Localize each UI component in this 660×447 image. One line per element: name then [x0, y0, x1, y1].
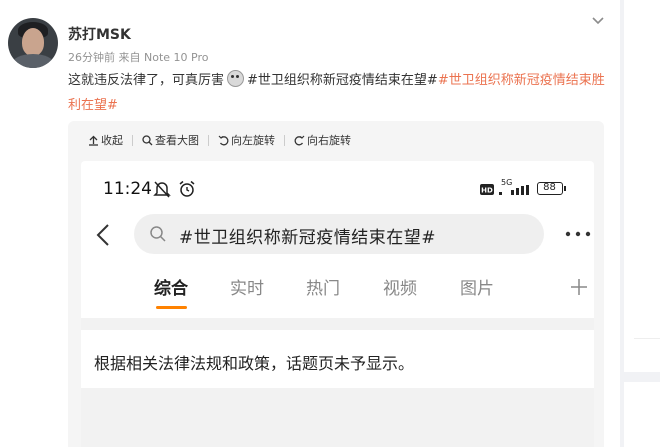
tab-realtime[interactable]: 实时	[230, 274, 264, 299]
collapse-button[interactable]: 收起	[88, 132, 123, 148]
battery-level: 88	[543, 182, 556, 193]
signal-icon	[499, 185, 529, 195]
censorship-notice: 根据相关法律法规和政策，话题页未予显示。	[81, 330, 594, 388]
search-row: #世卫组织称新冠疫情结束在望#	[81, 213, 594, 255]
avatar[interactable]	[8, 18, 58, 68]
divider	[634, 338, 660, 339]
sidebar-gap	[624, 372, 660, 382]
notice-text: 根据相关法律法规和政策，话题页未予显示。	[94, 354, 415, 373]
plus-icon[interactable]	[570, 278, 588, 296]
battery-icon: 88	[537, 182, 563, 195]
search-input[interactable]: #世卫组织称新冠疫情结束在望#	[134, 214, 544, 254]
toolbar-divider	[208, 134, 209, 146]
post-text-plain: 这就违反法律了，可真厉害	[68, 73, 225, 88]
post-text: 这就违反法律了，可真厉害 #世卫组织称新冠疫情结束在望##世卫组织称新冠疫情结束胜…	[68, 68, 613, 118]
search-icon	[150, 226, 166, 242]
image-toolbar: 收起 查看大图 向左旋转 向右旋转	[88, 133, 351, 147]
tab-video[interactable]: 视频	[383, 274, 417, 299]
svg-text:HD: HD	[481, 187, 493, 195]
divider	[81, 318, 594, 330]
rotate-left-button[interactable]: 向左旋转	[218, 132, 275, 148]
empty-area	[81, 388, 594, 447]
phone-screenshot-image[interactable]: 11:24 HD 5G 88 #世卫组织称新冠疫情结束在望# 综合 实时 热门 …	[81, 161, 594, 447]
back-arrow-icon[interactable]	[95, 223, 111, 247]
weibo-post-card: 苏打MSK 26分钟前 来自 Note 10 Pro 这就违反法律了，可真厉害 #…	[0, 0, 620, 447]
tab-comprehensive[interactable]: 综合	[154, 274, 188, 299]
post-meta: 26分钟前 来自 Note 10 Pro	[68, 51, 209, 64]
tab-hot[interactable]: 热门	[306, 274, 340, 299]
media-viewer: 收起 查看大图 向左旋转 向右旋转 11:24 HD 5G 88 #世卫组织称新…	[68, 121, 604, 447]
rotate-left-icon	[218, 135, 229, 145]
hd-icon: HD	[480, 184, 494, 195]
hashtag-plain: #世卫组织称新冠疫情结束在望#	[247, 73, 438, 88]
username[interactable]: 苏打MSK	[68, 24, 131, 44]
more-icon[interactable]	[565, 231, 591, 237]
tab-bar: 综合 实时 热门 视频 图片	[81, 274, 594, 318]
status-time: 11:24	[103, 179, 152, 199]
emoji-icon	[227, 70, 245, 87]
chevron-down-icon[interactable]	[591, 14, 605, 28]
view-large-button[interactable]: 查看大图	[142, 132, 199, 148]
active-tab-indicator	[156, 306, 187, 309]
mute-icon	[153, 181, 171, 198]
alarm-icon	[179, 180, 195, 197]
collapse-icon	[89, 135, 98, 146]
search-icon	[142, 134, 153, 145]
tab-images[interactable]: 图片	[460, 274, 494, 299]
rotate-right-button[interactable]: 向右旋转	[294, 132, 351, 148]
toolbar-divider	[132, 134, 133, 146]
search-query: #世卫组织称新冠疫情结束在望#	[179, 228, 436, 248]
rotate-right-icon	[294, 135, 305, 145]
status-bar: 11:24 HD 5G 88	[81, 161, 594, 216]
toolbar-divider	[284, 134, 285, 146]
battery-tip	[564, 186, 566, 191]
